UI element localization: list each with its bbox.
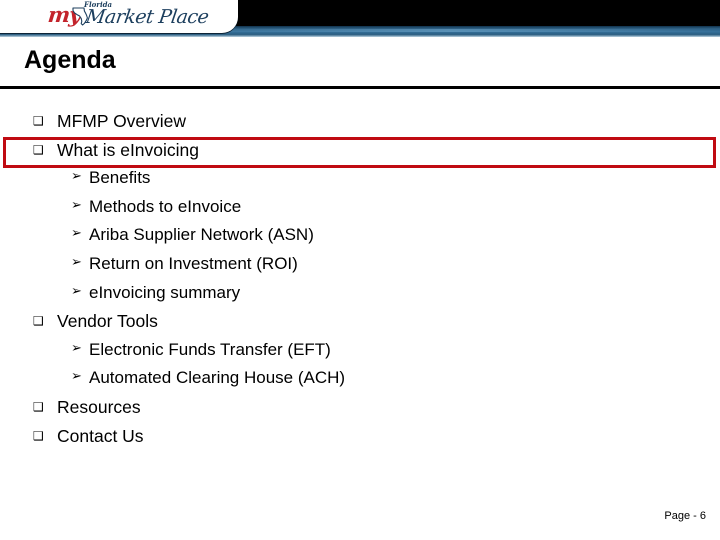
square-bullet-icon: ❑ xyxy=(33,314,44,329)
page-number: Page - 6 xyxy=(664,510,706,522)
agenda-item-label: Ariba Supplier Network (ASN) xyxy=(89,225,314,245)
agenda-item: ➢ Benefits xyxy=(0,165,720,194)
agenda-item: ❑ Vendor Tools xyxy=(0,308,720,337)
logo-plate: my Florida Market Place xyxy=(0,0,238,33)
agenda-item-label: MFMP Overview xyxy=(57,111,186,131)
myflorida-marketplace-logo: my Florida Market Place xyxy=(0,0,230,30)
title-divider xyxy=(0,86,720,89)
agenda-list: ❑ MFMP Overview ❑ What is eInvoicing ➢ Benefi… xyxy=(0,108,720,451)
page-title: Agenda xyxy=(24,46,116,74)
agenda-item: ➢ Electronic Funds Transfer (EFT) xyxy=(0,337,720,366)
header-blue-sheen xyxy=(180,29,720,32)
arrow-bullet-icon: ➢ xyxy=(71,254,82,270)
agenda-item-label: What is eInvoicing xyxy=(57,139,200,160)
agenda-item-label: Automated Clearing House (ACH) xyxy=(89,368,346,388)
agenda-item-label: Return on Investment (ROI) xyxy=(89,253,298,273)
arrow-bullet-icon: ➢ xyxy=(71,369,82,385)
arrow-bullet-icon: ➢ xyxy=(71,283,82,299)
agenda-item: ❑ What is eInvoicing xyxy=(0,137,720,166)
agenda-item: ➢ Ariba Supplier Network (ASN) xyxy=(0,222,720,251)
agenda-item-label: Contact Us xyxy=(57,425,144,446)
square-bullet-icon: ❑ xyxy=(33,399,44,414)
square-bullet-icon: ❑ xyxy=(33,142,44,157)
agenda-item-label: Vendor Tools xyxy=(57,311,158,332)
agenda-item: ❑ MFMP Overview xyxy=(0,108,720,137)
arrow-bullet-icon: ➢ xyxy=(71,197,82,213)
agenda-item: ➢ Automated Clearing House (ACH) xyxy=(0,365,720,394)
agenda-item-label: Electronic Funds Transfer (EFT) xyxy=(89,339,331,359)
agenda-item-label: Benefits xyxy=(89,168,151,188)
arrow-bullet-icon: ➢ xyxy=(71,169,82,185)
logo-market-place-text: Market Place xyxy=(84,6,210,28)
arrow-bullet-icon: ➢ xyxy=(71,226,82,242)
square-bullet-icon: ❑ xyxy=(33,114,44,128)
agenda-item-label: Methods to eInvoice xyxy=(89,196,242,216)
agenda-item: ➢ Methods to eInvoice xyxy=(0,194,720,223)
square-bullet-icon: ❑ xyxy=(33,428,44,443)
arrow-bullet-icon: ➢ xyxy=(71,340,82,356)
agenda-item: ❑ Contact Us xyxy=(0,423,720,452)
agenda-item: ❑ Resources xyxy=(0,394,720,423)
agenda-item: ➢ Return on Investment (ROI) xyxy=(0,251,720,280)
agenda-item-label: eInvoicing summary xyxy=(89,282,241,302)
agenda-item: ➢ eInvoicing summary xyxy=(0,280,720,309)
agenda-item-label: Resources xyxy=(57,396,141,417)
